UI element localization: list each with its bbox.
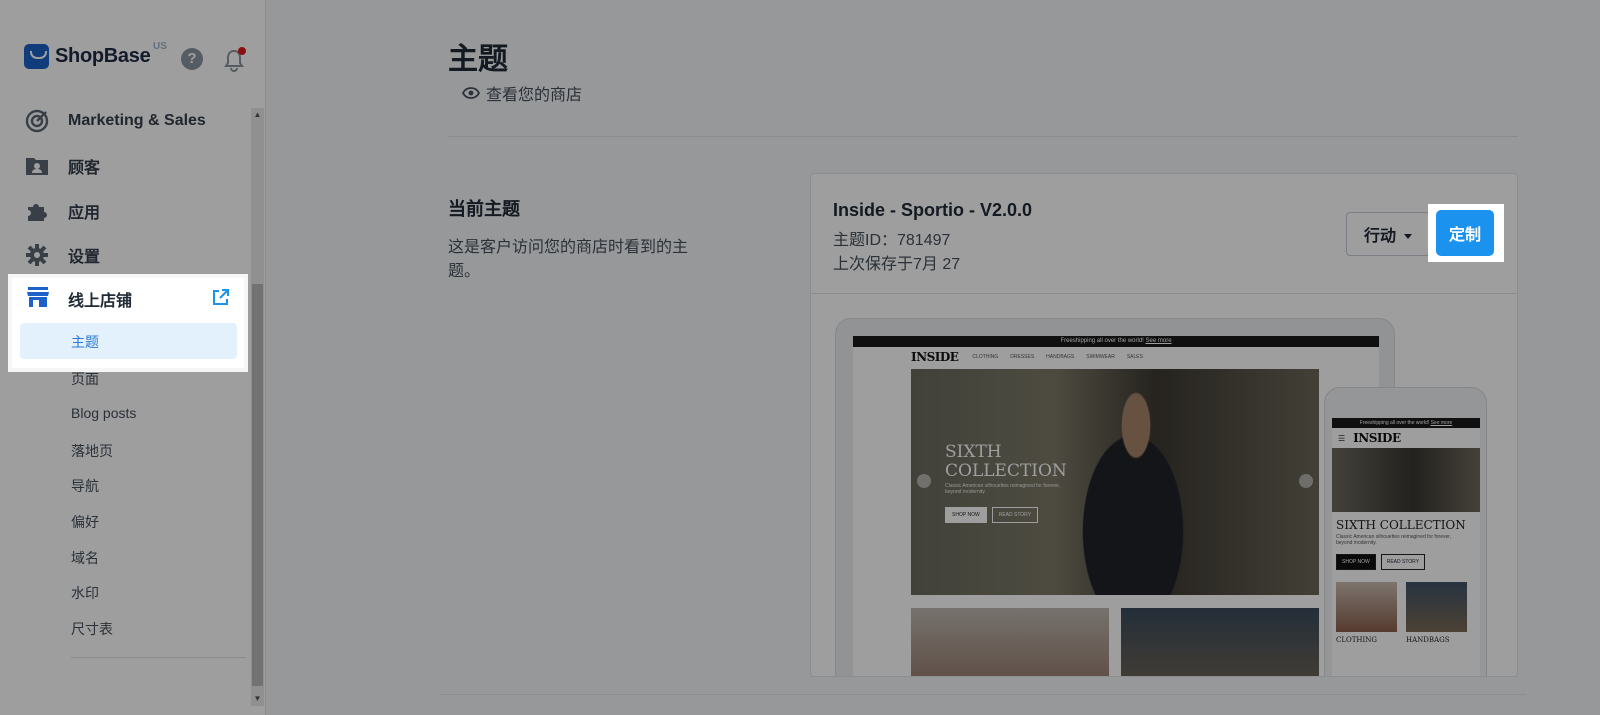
mobile-hero-buttons: SHOP NOW READ STORY (1336, 554, 1476, 570)
sidebar-sub-domains[interactable]: 域名 (71, 548, 99, 568)
scroll-up-icon[interactable]: ▲ (251, 108, 264, 122)
sidebar-sub-landing-pages[interactable]: 落地页 (71, 441, 113, 461)
view-store-link[interactable]: 查看您的商店 (462, 81, 582, 105)
sidebar-sub-watermark[interactable]: 水印 (71, 583, 99, 603)
sidebar-divider (71, 657, 246, 658)
shipping-bar: Freeshipping all over the world! See mor… (853, 336, 1379, 347)
sidebar-item-apps[interactable]: 应用 (24, 196, 100, 226)
gear-icon (24, 242, 50, 268)
sidebar-sub-pages[interactable]: 页面 (71, 369, 99, 389)
carousel-prev-icon (917, 474, 931, 488)
actions-dropdown-button[interactable]: 行动 (1346, 212, 1430, 256)
sidebar-scrollbar[interactable]: ▲ ▼ (251, 108, 264, 706)
mobile-preview: Freeshipping all over the world! See mor… (1324, 387, 1487, 676)
theme-name: Inside - Sportio - V2.0.0 (833, 200, 1033, 220)
sidebar-sub-size-chart[interactable]: 尺寸表 (71, 619, 113, 639)
target-icon (24, 108, 50, 134)
mobile-tile: CLOTHING (1336, 582, 1397, 644)
site-menu-item: CLOTHING (972, 353, 999, 360)
shipping-text: Freeshipping all over the world! (1060, 338, 1144, 344)
store-icon (26, 286, 50, 313)
site-nav: INSIDE CLOTHING DRESSES HANDBAGS SWIMWEA… (853, 347, 1379, 366)
hero-title: SIXTH COLLECTION (945, 442, 1067, 481)
mobile-hero-image (1332, 448, 1480, 512)
sidebar-item-marketing[interactable]: Marketing & Sales (24, 106, 206, 136)
mobile-preview-screen: Freeshipping all over the world! See mor… (1332, 418, 1480, 676)
brand-name: ShopBase (55, 45, 151, 67)
mobile-shipping-bar: Freeshipping all over the world! See mor… (1332, 418, 1480, 428)
customize-button[interactable]: 定制 (1436, 210, 1494, 256)
mobile-tiles: CLOTHING HANDBAGS (1336, 582, 1476, 644)
online-store-label: 线上店铺 (68, 293, 133, 310)
divider (440, 694, 1526, 695)
sidebar-item-settings[interactable]: 设置 (24, 240, 100, 270)
hero-subtitle: Classic American silhouettes reimagined … (945, 483, 1061, 495)
desktop-preview-screen: Freeshipping all over the world! See mor… (853, 336, 1379, 676)
caret-down-icon (1404, 234, 1412, 240)
desktop-preview: Freeshipping all over the world! See mor… (835, 318, 1395, 676)
sidebar-item-label: Marketing & Sales (68, 112, 206, 129)
site-menu-item: SWIMWEAR (1086, 353, 1115, 360)
scroll-down-icon[interactable]: ▼ (251, 692, 264, 706)
current-theme-title: 当前主题 (448, 199, 520, 219)
sidebar-sub-themes-label: 主题 (71, 334, 99, 350)
shopbase-logo-icon (24, 44, 49, 69)
site-menu-item: SALES (1126, 353, 1143, 360)
mobile-tile: HANDBAGS (1406, 582, 1467, 644)
hero-model-image (1061, 383, 1211, 595)
site-menu-item: DRESSES (1010, 353, 1035, 360)
sidebar-sub-blog-posts[interactable]: Blog posts (71, 405, 136, 421)
mobile-shop-now: SHOP NOW (1336, 554, 1376, 570)
divider (448, 136, 1518, 137)
sidebar-item-label: 应用 (68, 205, 101, 222)
view-store-label: 查看您的商店 (486, 87, 583, 104)
customize-highlight: 定制 (1428, 204, 1504, 262)
online-store-header[interactable]: 线上店铺 (26, 284, 132, 314)
current-theme-description: 这是客户访问您的商店时看到的主题。 (448, 239, 689, 280)
sidebar-item-online-store[interactable]: 线上店铺 主题 (12, 278, 244, 368)
hero-shop-now: SHOP NOW (945, 507, 987, 523)
preview-tile-image (1121, 608, 1319, 676)
theme-card-header: Inside - Sportio - V2.0.0 主题ID：781497 上次… (811, 174, 1517, 294)
help-icon[interactable]: ? (181, 48, 203, 70)
puzzle-icon (24, 198, 50, 224)
sidebar-sub-preferences[interactable]: 偏好 (71, 512, 99, 532)
current-theme-card: Inside - Sportio - V2.0.0 主题ID：781497 上次… (810, 173, 1518, 677)
preview-tile-image (911, 608, 1109, 676)
theme-id: 主题ID：781497 (833, 232, 951, 249)
external-link-icon[interactable] (212, 289, 229, 306)
brand-region: US (153, 41, 167, 52)
mobile-hero-subtitle: Classic American silhouettes reimagined … (1336, 534, 1452, 546)
notification-dot (238, 47, 246, 55)
page-title: 主题 (448, 43, 508, 76)
hero-buttons: SHOP NOW READ STORY (945, 507, 1043, 523)
mobile-hero-title: SIXTH COLLECTION (1336, 518, 1466, 532)
mobile-site-logo: INSIDE (1353, 431, 1401, 445)
site-menu-item: HANDBAGS (1046, 353, 1075, 360)
shipping-link: See more (1145, 338, 1172, 344)
actions-label: 行动 (1363, 228, 1396, 245)
mobile-nav: ☰ INSIDE (1332, 428, 1480, 448)
sidebar-item-label: 顾客 (68, 160, 101, 177)
scroll-thumb[interactable] (252, 284, 263, 686)
customer-folder-icon (24, 153, 50, 179)
carousel-next-icon (1299, 474, 1313, 488)
bell-icon[interactable] (223, 47, 246, 72)
mobile-read-story: READ STORY (1380, 554, 1426, 570)
sidebar-sub-themes[interactable]: 主题 (20, 323, 237, 359)
sidebar-item-label: 设置 (68, 249, 101, 266)
hamburger-icon: ☰ (1338, 433, 1346, 443)
sidebar-sub-navigation[interactable]: 导航 (71, 476, 99, 496)
eye-icon (462, 87, 480, 99)
sidebar-item-customers[interactable]: 顾客 (24, 151, 100, 181)
hero-banner: SIXTH COLLECTION Classic American silhoue… (911, 369, 1319, 595)
site-logo: INSIDE (911, 349, 959, 364)
theme-last-saved: 上次保存于7月 27 (833, 256, 961, 273)
brand-logo[interactable]: ShopBase (24, 44, 151, 69)
hero-read-story: READ STORY (991, 507, 1039, 523)
